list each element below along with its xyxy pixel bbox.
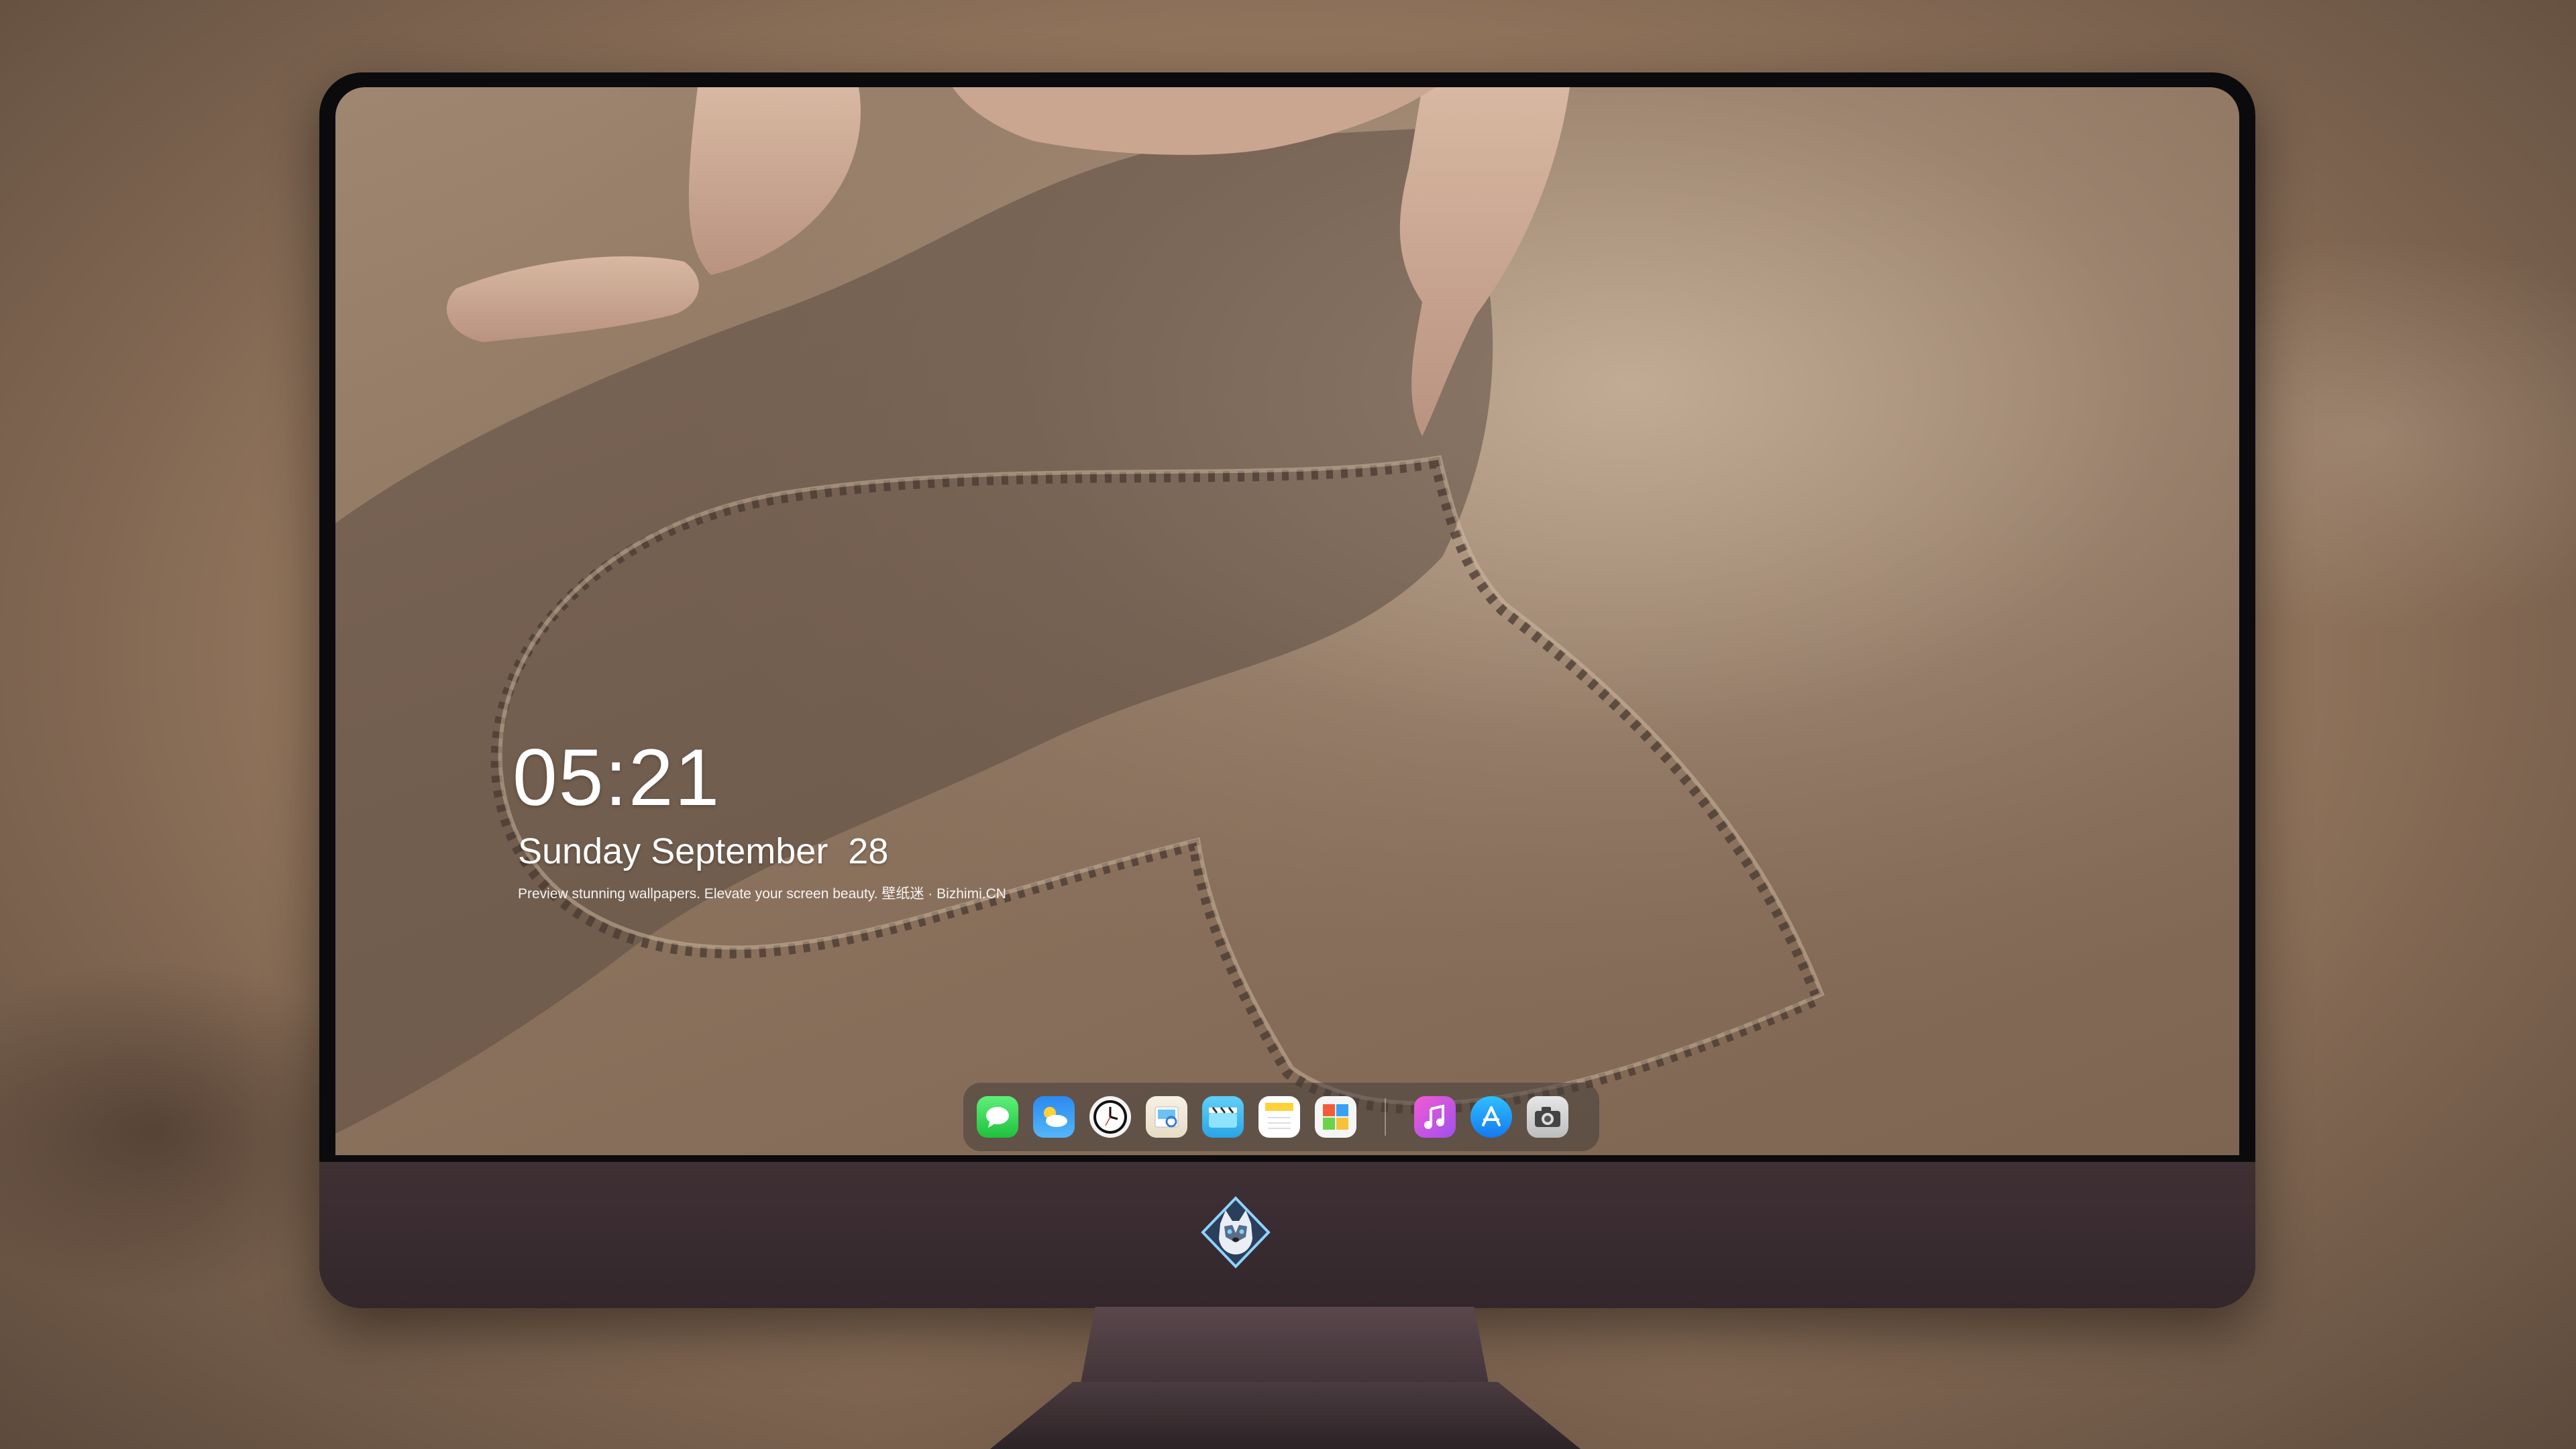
notes-icon[interactable] xyxy=(1258,1096,1300,1138)
husky-mascot-logo xyxy=(1201,1196,1271,1269)
lockscreen-clock: 05:21 xyxy=(513,733,721,822)
clips-icon[interactable] xyxy=(1202,1096,1244,1138)
monitor: 05:21 Sunday September 28 Preview stunni… xyxy=(319,72,2255,1308)
monitor-chin xyxy=(319,1162,2255,1308)
monitor-stand-base xyxy=(990,1382,1580,1449)
dock-separator xyxy=(1385,1098,1386,1136)
messages-icon[interactable] xyxy=(977,1096,1018,1138)
wallpaper-tagline: Preview stunning wallpapers. Elevate you… xyxy=(518,886,1006,902)
weather-icon[interactable] xyxy=(1033,1096,1075,1138)
monitor-stand-neck xyxy=(1079,1307,1491,1394)
wallpaper xyxy=(335,87,2239,1155)
app-store-icon[interactable] xyxy=(1470,1096,1512,1138)
clock-icon[interactable] xyxy=(1089,1096,1131,1138)
camera-icon[interactable] xyxy=(1527,1096,1568,1138)
desktop-screen: 05:21 Sunday September 28 Preview stunni… xyxy=(335,87,2239,1155)
preview-icon[interactable] xyxy=(1146,1096,1187,1138)
lockscreen-date: Sunday September 28 xyxy=(518,831,889,871)
dock xyxy=(963,1083,1599,1151)
photo-booth-icon[interactable] xyxy=(1315,1096,1356,1138)
itunes-icon[interactable] xyxy=(1414,1096,1456,1138)
